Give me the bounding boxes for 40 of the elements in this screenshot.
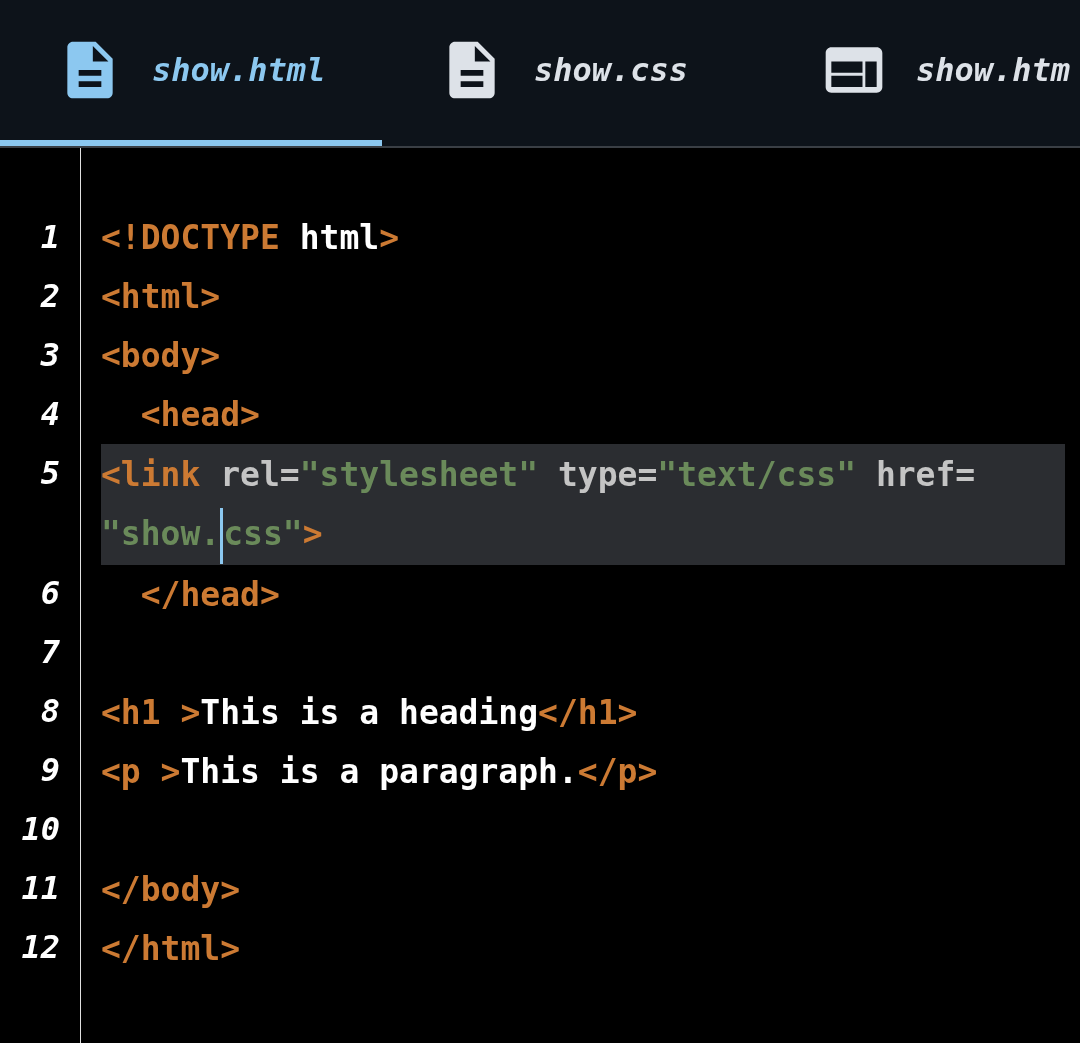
line-number: 8 [40,691,60,732]
code-token: css" [223,513,303,555]
code-token: This is a paragraph. [180,750,578,793]
line-number: 4 [40,394,60,435]
code-token: </body> [101,868,241,911]
line-number: 1 [40,217,60,258]
code-token: <html> [101,276,221,318]
line-number: 5 [40,453,60,494]
code-token: > [302,513,323,555]
code-token: html [298,217,380,259]
code-token: </html> [101,927,241,970]
code-token: <head> [139,394,260,436]
code-token: <body> [101,335,221,377]
code-token: type= [556,454,658,496]
editor-tab[interactable]: show.htm [764,0,1080,146]
line-number: 10 [21,809,60,850]
code-token: This is a heading [200,691,539,734]
editor-tab[interactable]: show.html [0,0,382,146]
code-token: </h1> [538,691,638,734]
code-token: <link [101,454,201,496]
line-number: 9 [40,750,60,791]
code-token: <h1 > [101,691,201,734]
line-number: 2 [40,276,60,317]
code-token: </head> [139,573,280,616]
editor-tab[interactable]: show.css [382,0,764,146]
code-token: rel= [219,454,300,496]
code-token: > [379,217,400,259]
text-cursor [220,507,224,564]
code-token: "stylesheet" [299,454,539,496]
code-token: <!DOCTYPE [101,217,280,259]
code-token: "show. [101,513,221,555]
code-token: href= [875,454,976,496]
line-number: 12 [21,927,60,968]
code-token: "text/css" [657,454,857,496]
line-number: 11 [21,868,60,909]
line-number: 7 [40,632,60,673]
code-token: <p > [101,750,181,793]
line-number: 6 [40,573,60,614]
line-number: 3 [40,335,60,376]
code-token: </p> [577,750,658,793]
